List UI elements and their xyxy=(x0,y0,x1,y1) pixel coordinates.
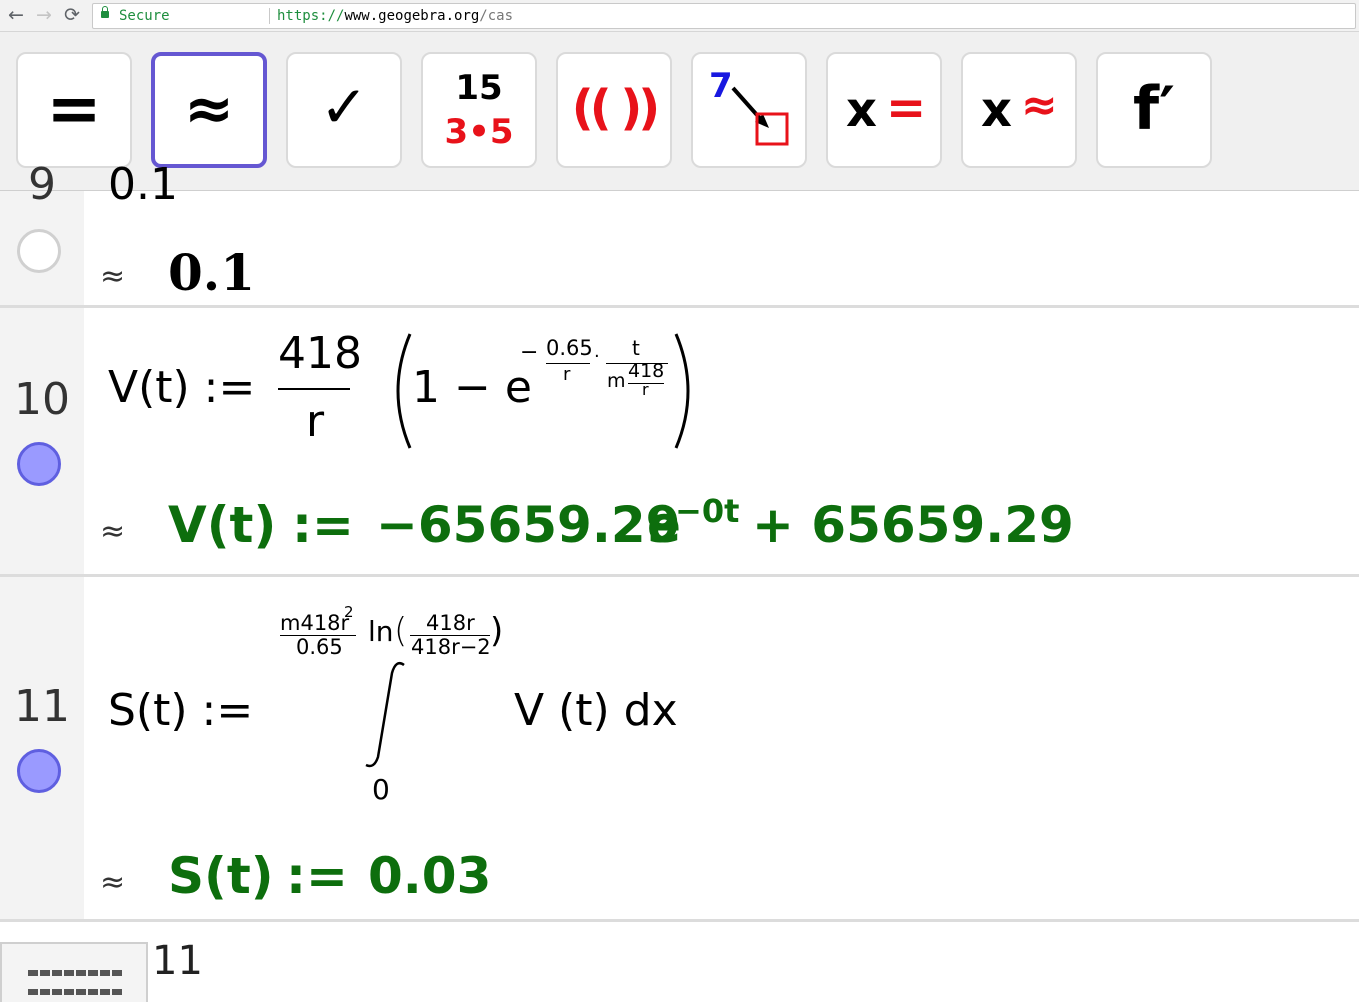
solve-x-text: x xyxy=(846,82,877,138)
exp-dot: · xyxy=(594,346,600,367)
back-icon[interactable]: ← xyxy=(8,3,24,27)
upper-ln-open-paren: ( xyxy=(394,611,408,651)
lower-limit: 0 xyxy=(372,773,390,806)
exp-frac2-den-num: 418 xyxy=(628,360,665,382)
output-value: 0.03 xyxy=(368,847,492,905)
lock-icon xyxy=(101,6,109,18)
approx-symbol: ≈ xyxy=(100,514,126,549)
nsolve-approx-icon: ≈ xyxy=(1021,80,1058,131)
cas-toolbar: = ≈ ✓ 15 3•5 (( )) 7 x = x ≈ f′ xyxy=(0,32,1359,191)
exp-frac1-den: r xyxy=(563,364,571,385)
toggle-circle[interactable] xyxy=(17,229,61,273)
substitute-button[interactable]: 7 xyxy=(691,52,807,168)
row-input[interactable]: 0.1 xyxy=(108,159,178,210)
row-number: 10 xyxy=(14,374,70,425)
row-divider xyxy=(0,919,1359,922)
right-paren-icon xyxy=(674,333,690,449)
url-host: www.geogebra.org xyxy=(344,8,480,24)
row-gutter: 10 xyxy=(0,308,84,574)
upper-frac-num-sup: 2 xyxy=(344,603,354,621)
browser-bar: ← → ⟳ Secure https://www.geogebra.org/ca… xyxy=(0,0,1359,32)
integral-icon xyxy=(365,662,405,768)
evaluate-button[interactable]: = xyxy=(16,52,132,168)
row-number: 9 xyxy=(28,159,56,210)
factor-button[interactable]: 15 3•5 xyxy=(421,52,537,168)
url-scheme: https:// xyxy=(277,8,345,24)
output-constant: + 65659.29 xyxy=(752,496,1074,554)
derivative-icon: f′ xyxy=(1133,74,1175,144)
numeric-button[interactable]: ≈ xyxy=(151,52,267,168)
nsolve-x-text: x xyxy=(981,82,1012,138)
output-assign: := xyxy=(292,496,354,554)
frac-numerator: 418 xyxy=(278,328,362,379)
output-assign: := xyxy=(286,847,348,905)
url-text[interactable]: https://www.geogebra.org/cas xyxy=(277,4,513,28)
keyboard-button[interactable] xyxy=(0,942,148,1002)
solve-equals-icon: = xyxy=(886,80,927,136)
input-lhs: V(t) := xyxy=(108,362,256,413)
one-minus-e: 1 − e xyxy=(412,362,532,413)
keyboard-icon xyxy=(28,966,126,1004)
frac-denominator: r xyxy=(306,396,325,447)
output-lhs: S(t) xyxy=(168,847,274,905)
output-lhs: V(t) xyxy=(168,496,277,554)
upper-ln-den: 418r−2 xyxy=(411,635,491,659)
factor-top-text: 15 xyxy=(455,68,503,108)
exp-minus: − xyxy=(520,340,539,365)
upper-frac-num: m418r xyxy=(280,611,350,635)
exp-frac2-den-m: m xyxy=(607,370,626,392)
frac-bar xyxy=(278,388,350,390)
upper-ln-close-paren: ) xyxy=(490,611,504,651)
upper-ln-num: 418r xyxy=(426,611,475,635)
cas-row-11[interactable]: 11 S(t) := m418r 2 0.65 ln ( 418r 418r−2… xyxy=(0,577,1359,919)
cas-row-9[interactable]: 9 0.1 ≈ 0.1 xyxy=(0,159,1359,306)
toggle-circle[interactable] xyxy=(17,442,61,486)
integrand: V (t) dx xyxy=(514,685,678,736)
forward-icon[interactable]: → xyxy=(36,3,52,27)
url-separator xyxy=(269,8,270,24)
output-coefficient: −65659.29 xyxy=(376,496,681,554)
left-paren-icon xyxy=(396,333,412,449)
row-gutter: 9 xyxy=(0,159,84,306)
exp-frac1-num: 0.65 xyxy=(546,336,593,360)
expand-parentheses-icon: (( )) xyxy=(571,80,660,136)
exp-frac2-den-den: r xyxy=(642,380,649,399)
next-row-number: 11 xyxy=(152,938,203,984)
row-gutter: 11 xyxy=(0,577,84,919)
secure-label: Secure xyxy=(119,8,170,24)
exp-frac2-num: t xyxy=(632,336,640,360)
reload-icon[interactable]: ⟳ xyxy=(64,3,80,27)
solve-button[interactable]: x = xyxy=(826,52,942,168)
derivative-button[interactable]: f′ xyxy=(1096,52,1212,168)
row-number: 11 xyxy=(14,681,70,732)
output-exponent: −0t xyxy=(675,492,740,530)
upper-frac-den: 0.65 xyxy=(296,635,343,659)
row-output: 0.1 xyxy=(168,243,255,302)
equals-icon: = xyxy=(46,70,102,147)
approx-symbol: ≈ xyxy=(100,259,126,294)
substitute-arrow-icon xyxy=(731,86,789,146)
expand-button[interactable]: (( )) xyxy=(556,52,672,168)
checkmark-icon: ✓ xyxy=(319,73,369,141)
url-path: /cas xyxy=(479,8,514,24)
toggle-circle[interactable] xyxy=(17,749,61,793)
approx-icon: ≈ xyxy=(183,74,235,144)
upper-ln: ln xyxy=(368,615,394,648)
factor-bottom-text: 3•5 xyxy=(444,112,514,152)
approx-symbol: ≈ xyxy=(100,865,126,900)
cas-row-10[interactable]: 10 V(t) := 418 r 1 − e − 0.65 r · t m 41… xyxy=(0,308,1359,574)
input-lhs: S(t) := xyxy=(108,685,254,736)
nsolve-button[interactable]: x ≈ xyxy=(961,52,1077,168)
address-bar[interactable]: Secure https://www.geogebra.org/cas xyxy=(92,3,1356,29)
keep-input-button[interactable]: ✓ xyxy=(286,52,402,168)
